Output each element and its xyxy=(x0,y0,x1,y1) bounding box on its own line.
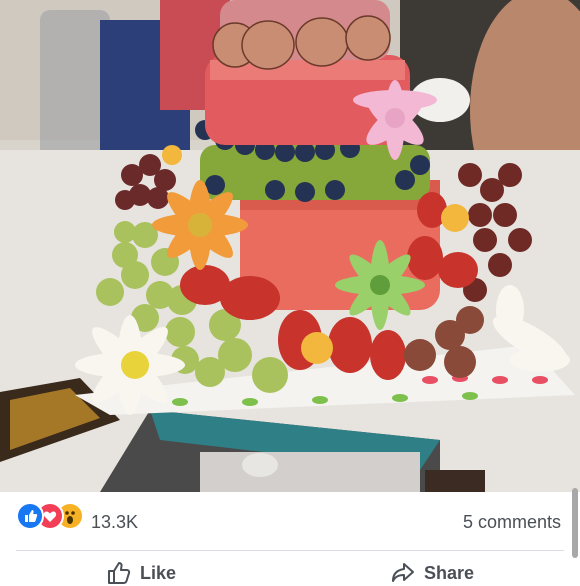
scrollbar[interactable] xyxy=(572,488,578,558)
post-photo[interactable] xyxy=(0,0,580,492)
comment-count-link[interactable]: 5 comments xyxy=(463,512,561,533)
divider xyxy=(16,550,564,551)
thumbs-up-icon xyxy=(108,562,131,584)
like-button[interactable]: Like xyxy=(106,560,176,586)
reaction-count[interactable]: 13.3K xyxy=(91,512,138,533)
share-icon xyxy=(392,563,414,582)
share-button[interactable]: Share xyxy=(390,560,474,586)
like-icon xyxy=(16,502,44,530)
like-label: Like xyxy=(140,562,177,583)
share-label: Share xyxy=(424,562,475,583)
reactions-bar: 13.3K 5 comments xyxy=(0,492,580,546)
